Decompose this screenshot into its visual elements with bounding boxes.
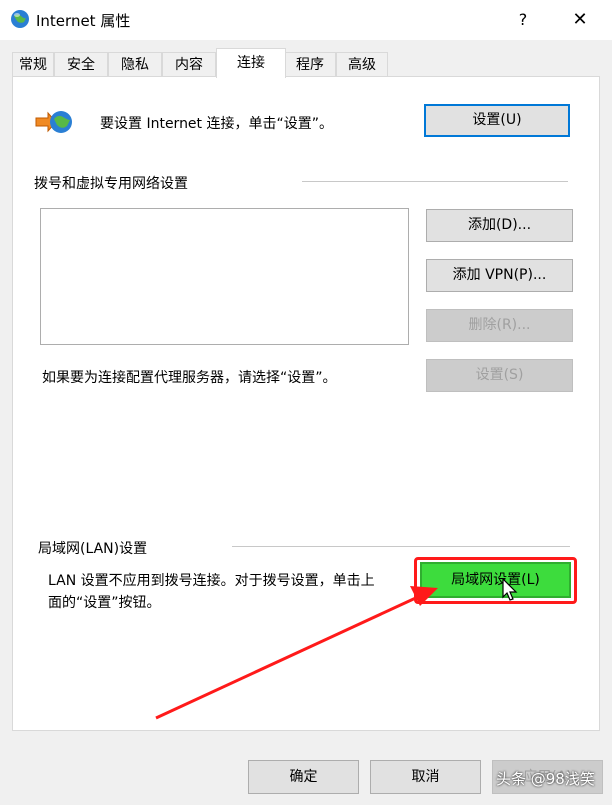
close-button[interactable]: ✕ (564, 6, 596, 34)
setup-button[interactable]: 设置(U) (424, 104, 570, 137)
proxy-hint-text: 如果要为连接配置代理服务器，请选择“设置”。 (42, 370, 337, 386)
setup-text: 要设置 Internet 连接，单击“设置”。 (100, 116, 333, 132)
remove-button: 删除(R)... (426, 309, 573, 342)
internet-properties-window: Internet 属性 ? ✕ 常规 安全 隐私 内容 连接 程序 高级 要设置… (0, 0, 612, 805)
dialup-settings-button: 设置(S) (426, 359, 573, 392)
mouse-cursor-icon (502, 578, 518, 601)
watermark-text: 头条 @98浅笑 (496, 770, 595, 788)
add-vpn-button[interactable]: 添加 VPN(P)... (426, 259, 573, 292)
lan-group-label: 局域网(LAN)设置 (38, 541, 148, 557)
add-button[interactable]: 添加(D)... (426, 209, 573, 242)
ok-button[interactable]: 确定 (248, 760, 359, 794)
tab-privacy[interactable]: 隐私 (108, 52, 162, 76)
internet-connect-icon (35, 111, 72, 133)
help-button[interactable]: ? (508, 6, 538, 34)
tab-content[interactable]: 内容 (162, 52, 216, 76)
connections-list[interactable] (40, 208, 409, 345)
dialup-group-label: 拨号和虚拟专用网络设置 (34, 176, 188, 192)
window-title: Internet 属性 (36, 12, 131, 30)
cancel-button[interactable]: 取消 (370, 760, 481, 794)
dialup-group-divider (302, 181, 568, 182)
lan-description-line2: 面的“设置”按钮。 (48, 595, 161, 611)
tab-advanced[interactable]: 高级 (336, 52, 388, 76)
tab-connections[interactable]: 连接 (216, 48, 286, 78)
lan-group-divider (232, 546, 570, 547)
globe-icon (11, 10, 29, 28)
title-bar: Internet 属性 ? ✕ (0, 0, 612, 40)
tab-programs[interactable]: 程序 (284, 52, 336, 76)
lan-description-line1: LAN 设置不应用到拨号连接。对于拨号设置，单击上 (48, 573, 375, 589)
tab-security[interactable]: 安全 (54, 52, 108, 76)
tab-general[interactable]: 常规 (12, 52, 54, 76)
annotation-highlight-box (414, 557, 577, 604)
